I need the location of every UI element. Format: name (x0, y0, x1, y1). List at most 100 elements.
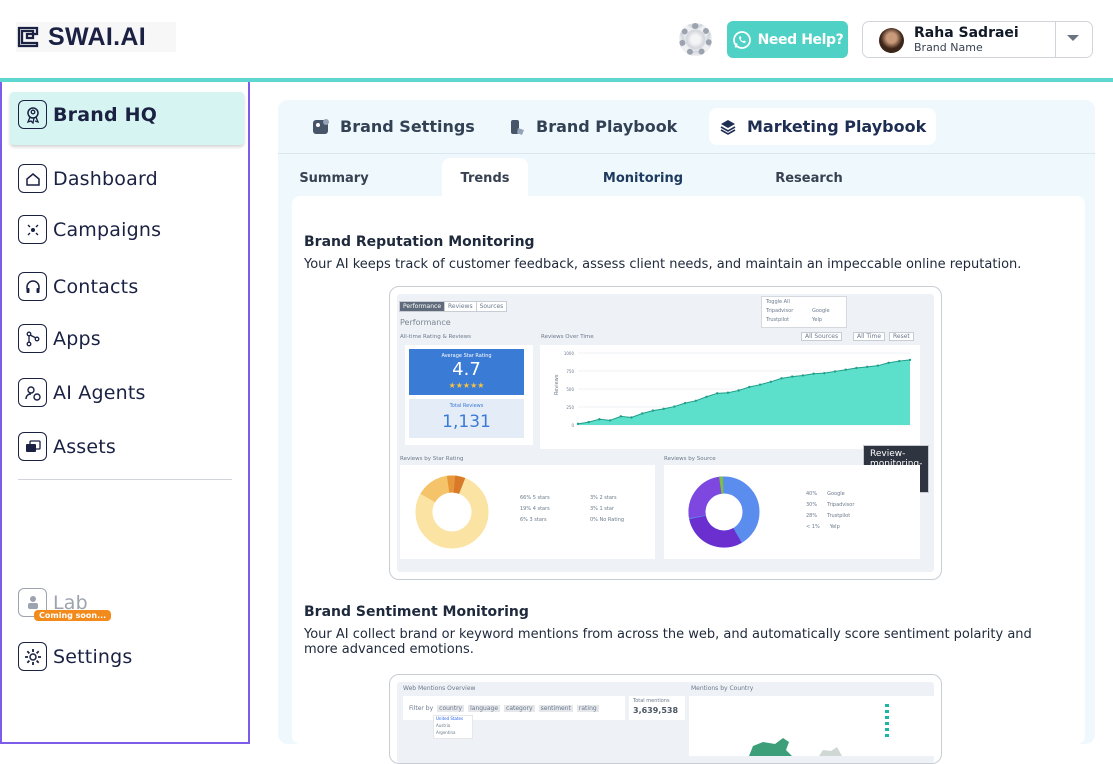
sidebar-item-apps[interactable]: Apps (18, 324, 101, 353)
data-point (608, 419, 612, 422)
total-mentions-tile: Total mentions 3,639,538 (629, 696, 685, 720)
mini-section-label: Web Mentions Overview (403, 685, 476, 692)
coming-soon-badge: Coming soon... (34, 610, 112, 621)
data-point (683, 401, 687, 405)
main-content: Brand Settings Brand Playbook Marketing … (254, 82, 1113, 764)
tab-marketing-playbook[interactable]: Marketing Playbook (709, 108, 937, 145)
filter-chip: sentiment (538, 704, 573, 712)
avg-value: 4.7 (452, 359, 481, 380)
filter-chip: language (468, 704, 501, 712)
tab-monitoring[interactable]: Monitoring (596, 158, 690, 198)
mini-section-label: Reviews by Star Rating (400, 456, 464, 462)
data-point (737, 389, 740, 392)
sidebar-item-label: Assets (53, 435, 117, 458)
mini-tabs: Performance Reviews Sources (399, 301, 508, 312)
section-description: Your AI keeps track of customer feedback… (304, 257, 1022, 272)
sidebar-divider (18, 479, 232, 480)
total-value: 1,131 (442, 412, 491, 432)
tab-brand-settings[interactable]: Brand Settings (302, 108, 485, 145)
sidebar-item-label: Apps (53, 327, 101, 350)
data-point (641, 412, 644, 415)
data-point (576, 422, 580, 426)
legend-item: 30% Tripadvisor (806, 502, 855, 508)
data-point (833, 370, 837, 373)
legend-item: 28% Trustpilot (806, 513, 851, 519)
mini-section-label: All-time Rating & Reviews (400, 334, 471, 340)
data-point (651, 409, 655, 412)
section-title: Brand Reputation Monitoring (304, 234, 535, 250)
toggle-label: Yelp (812, 317, 823, 323)
data-point (748, 385, 751, 389)
loading-spinner-icon (679, 23, 712, 56)
filter-by-label: Filter by (409, 704, 434, 712)
data-point (587, 420, 590, 424)
legend-item: 3% 2 stars (590, 495, 617, 501)
star-rating-donut (415, 475, 489, 549)
sentiment-monitoring-screenshot: Web Mentions Overview Mentions by Countr… (389, 674, 942, 764)
sidebar-item-settings[interactable]: Settings (18, 642, 133, 671)
data-point (823, 371, 826, 375)
swai-logo-icon (17, 26, 39, 48)
legend-item: 3% 1 star (590, 506, 614, 512)
y-tick-label: 250 (566, 405, 574, 410)
chevron-down-icon[interactable] (1067, 35, 1079, 41)
data-point (887, 361, 890, 364)
playbook-icon (511, 119, 524, 135)
brand-hq-panel: Brand Settings Brand Playbook Marketing … (278, 100, 1095, 764)
data-point (716, 392, 719, 395)
mini-tab: Sources (475, 302, 507, 311)
data-point (876, 364, 880, 367)
data-point (673, 405, 676, 408)
total-reviews-tile: Total Reviews 1,131 (409, 399, 524, 438)
gear-icon (18, 642, 47, 671)
tab-trends[interactable]: Trends (442, 158, 528, 198)
legend-item: 66% 5 stars (520, 495, 550, 501)
layers-icon (720, 119, 736, 135)
sidebar-item-brand-hq[interactable]: Brand HQ (18, 100, 157, 129)
tab-brand-playbook[interactable]: Brand Playbook (500, 108, 687, 145)
tab-summary[interactable]: Summary (288, 158, 380, 198)
sidebar-item-label: Campaigns (53, 218, 162, 241)
brand-hq-icon (18, 100, 47, 129)
logo-text: SWAI.AI (48, 22, 146, 51)
sidebar-item-campaigns[interactable]: Campaigns (18, 215, 161, 244)
top-bar: SWAI.AI Need Help? Raha Sadraei Brand Na… (0, 0, 1113, 78)
mini-section-label: Mentions by Country (691, 685, 754, 692)
total-label: Total Reviews (449, 403, 484, 409)
data-point (619, 415, 623, 418)
toggle-label: Tripadvisor (766, 308, 794, 314)
sidebar-item-ai-agents[interactable]: AI Agents (18, 378, 146, 407)
top-tabs: Brand Settings Brand Playbook Marketing … (278, 100, 1095, 153)
tab-label: Marketing Playbook (747, 117, 927, 136)
country-map (689, 696, 935, 756)
data-point (898, 359, 901, 363)
sidebar-item-assets[interactable]: Assets (18, 432, 116, 461)
country-option: Argentina (436, 730, 456, 735)
data-point (780, 377, 783, 380)
mini-heading: Performance (400, 318, 451, 327)
world-map-icon (749, 704, 889, 756)
data-point (812, 372, 815, 375)
monitoring-content: Brand Reputation Monitoring Your AI keep… (292, 196, 1085, 764)
data-point (908, 358, 912, 362)
screenshot-canvas: Performance Reviews Sources Performance … (397, 294, 934, 572)
screenshot-canvas: Web Mentions Overview Mentions by Countr… (397, 682, 935, 763)
need-help-label: Need Help? (757, 31, 844, 48)
source-card: 40% Google 30% Tripadvisor 28% Trustpilot <… (664, 465, 920, 559)
y-axis-label: Reviews (554, 374, 560, 395)
sidebar-item-label: Contacts (53, 275, 139, 298)
reviews-over-time-chart: 1000 750 500 250 0 Reviews (554, 351, 912, 428)
logo[interactable]: SWAI.AI (16, 22, 176, 52)
image-settings-icon (313, 118, 329, 134)
average-rating-tile: Average Star Rating 4.7 ★★★★★ (409, 349, 524, 395)
need-help-button[interactable]: Need Help? (727, 21, 848, 58)
data-point (694, 399, 698, 403)
sidebar-item-contacts[interactable]: Contacts (18, 272, 138, 301)
toggle-label: Toggle All (766, 299, 790, 305)
sidebar-item-dashboard[interactable]: Dashboard (18, 164, 158, 193)
reputation-monitoring-screenshot: Performance Reviews Sources Performance … (389, 286, 942, 580)
tab-label: Brand Settings (340, 117, 475, 136)
user-menu[interactable]: Raha Sadraei Brand Name (862, 21, 1093, 58)
toggle-label: Trustpilot (766, 317, 790, 323)
tab-research[interactable]: Research (762, 158, 856, 198)
